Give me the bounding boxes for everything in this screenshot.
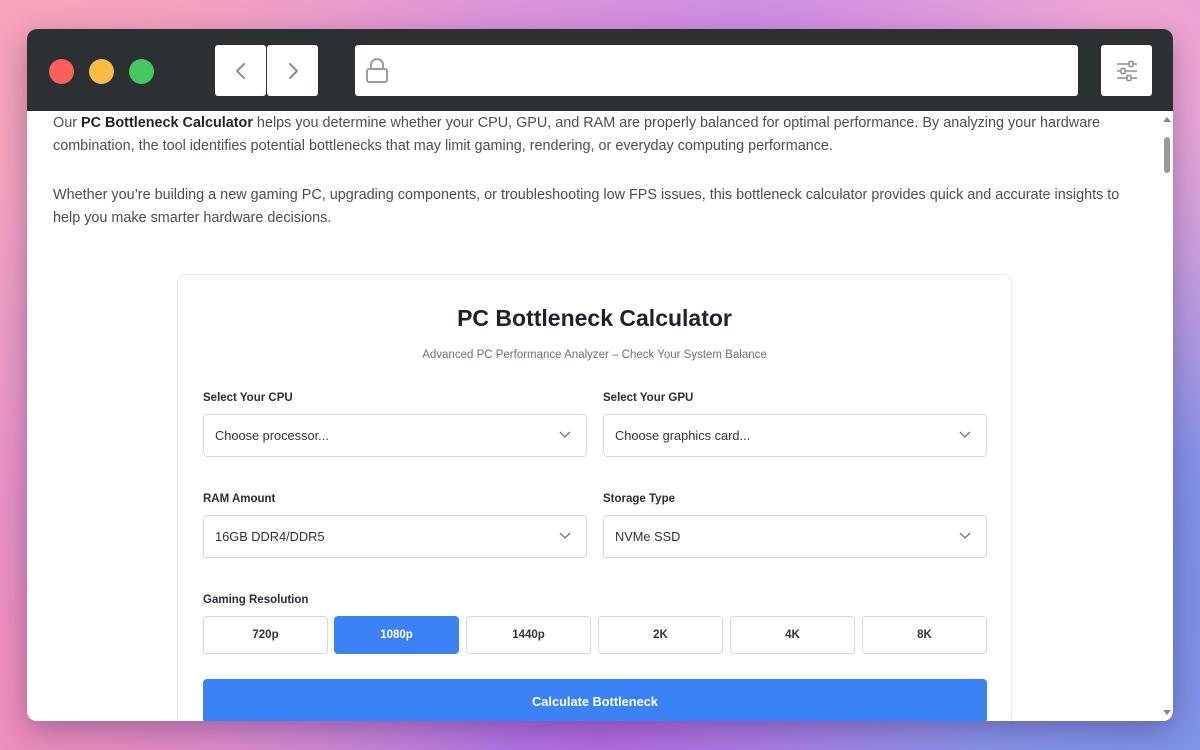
title-bar xyxy=(27,29,1173,111)
gpu-label: Select Your GPU xyxy=(603,392,694,404)
scrollbar[interactable] xyxy=(1161,111,1173,721)
browser-window: Our PC Bottleneck Calculator helps you d… xyxy=(27,29,1173,721)
calculator-card: PC Bottleneck Calculator Advanced PC Per… xyxy=(177,274,1012,721)
address-bar[interactable] xyxy=(355,45,1078,96)
storage-select-value: NVMe SSD xyxy=(615,529,681,544)
maximize-window-button[interactable] xyxy=(129,59,154,84)
back-button[interactable] xyxy=(215,45,266,96)
minimize-window-button[interactable] xyxy=(89,59,114,84)
cpu-select[interactable]: Choose processor... xyxy=(203,414,587,457)
lock-icon xyxy=(366,57,388,83)
gpu-select-value: Choose graphics card... xyxy=(615,428,751,443)
intro-bold-title: PC Bottleneck Calculator xyxy=(81,115,253,131)
chevron-down-icon xyxy=(559,532,571,540)
ram-select[interactable]: 16GB DDR4/DDR5 xyxy=(203,515,587,558)
chevron-right-icon xyxy=(288,62,298,79)
sliders-icon xyxy=(1116,60,1137,81)
intro-prefix: Our xyxy=(53,115,81,131)
resolution-option-8k[interactable]: 8K xyxy=(862,616,987,654)
settings-menu-button[interactable] xyxy=(1101,45,1152,96)
page-content: Our PC Bottleneck Calculator helps you d… xyxy=(27,111,1161,721)
close-window-button[interactable] xyxy=(49,59,74,84)
gpu-select[interactable]: Choose graphics card... xyxy=(603,414,987,457)
scroll-down-arrow-icon[interactable] xyxy=(1163,710,1171,715)
scroll-up-arrow-icon[interactable] xyxy=(1163,117,1171,122)
forward-button[interactable] xyxy=(267,45,318,96)
resolution-options: 720p 1080p 1440p 2K 4K 8K xyxy=(203,616,987,654)
chevron-down-icon xyxy=(559,431,571,439)
chevron-down-icon xyxy=(959,431,971,439)
ram-select-value: 16GB DDR4/DDR5 xyxy=(215,529,325,544)
storage-label: Storage Type xyxy=(603,493,675,505)
cpu-label: Select Your CPU xyxy=(203,392,293,404)
storage-select[interactable]: NVMe SSD xyxy=(603,515,987,558)
chevron-down-icon xyxy=(959,532,971,540)
intro-paragraph-2: Whether you’re building a new gaming PC,… xyxy=(53,187,1120,226)
resolution-option-4k[interactable]: 4K xyxy=(730,616,855,654)
resolution-label: Gaming Resolution xyxy=(203,594,309,606)
calculator-subtitle: Advanced PC Performance Analyzer – Check… xyxy=(422,349,767,361)
resolution-option-720p[interactable]: 720p xyxy=(203,616,328,654)
chevron-left-icon xyxy=(235,62,245,79)
ram-label: RAM Amount xyxy=(203,493,276,505)
intro-paragraph: Our PC Bottleneck Calculator helps you d… xyxy=(53,112,1123,158)
scrollbar-thumb[interactable] xyxy=(1164,137,1170,173)
cpu-select-value: Choose processor... xyxy=(215,428,329,443)
resolution-option-2k[interactable]: 2K xyxy=(598,616,723,654)
calculator-title: PC Bottleneck Calculator xyxy=(457,305,732,331)
calculate-bottleneck-button[interactable]: Calculate Bottleneck xyxy=(203,679,987,721)
resolution-option-1440p[interactable]: 1440p xyxy=(466,616,591,654)
resolution-option-1080p[interactable]: 1080p xyxy=(334,616,459,654)
